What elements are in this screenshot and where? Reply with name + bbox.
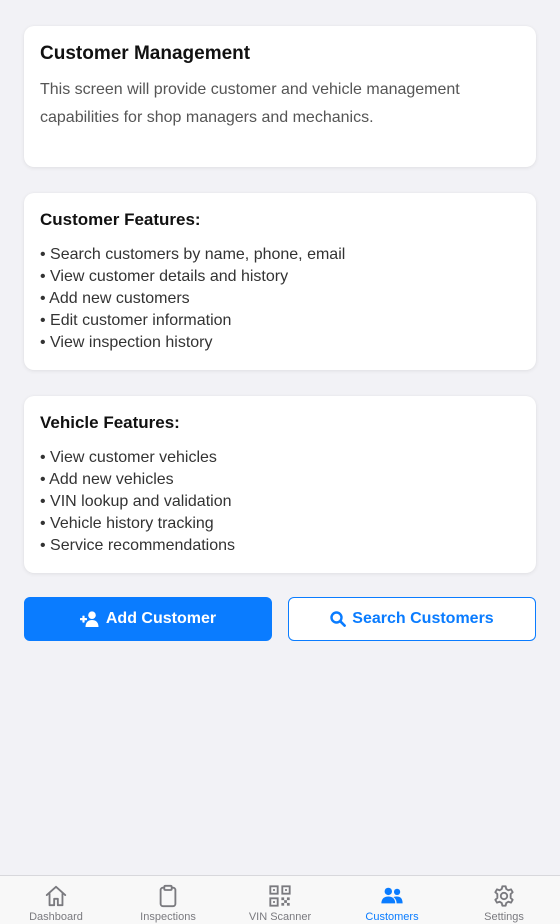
tab-label: Inspections — [140, 911, 196, 923]
tab-customers[interactable]: Customers — [336, 876, 448, 924]
users-icon — [381, 887, 403, 904]
action-buttons: Add Customer Search Customers — [24, 597, 536, 641]
search-customers-button[interactable]: Search Customers — [288, 597, 536, 641]
tab-settings[interactable]: Settings — [448, 876, 560, 924]
tab-label: VIN Scanner — [248, 911, 312, 923]
tab-label: Settings — [484, 911, 524, 923]
list-item: • View inspection history — [40, 334, 213, 351]
qr-code-icon — [269, 885, 291, 907]
list-item: • Add new vehicles — [40, 471, 174, 488]
list-item: • VIN lookup and validation — [40, 493, 232, 510]
tab-label: Dashboard — [29, 911, 83, 923]
customer-features-title: Customer Features: — [40, 210, 201, 229]
list-item: • Add new customers — [40, 290, 190, 307]
add-customer-button[interactable]: Add Customer — [24, 597, 272, 641]
search-icon — [330, 611, 347, 627]
tab-label: Customers — [365, 911, 419, 923]
bottom-tab-bar: Dashboard Inspections VIN Scanner Custom… — [0, 875, 560, 924]
gear-icon — [494, 885, 514, 907]
customer-features-list: • Search customers by name, phone, email… — [40, 244, 520, 354]
tab-vin-scanner[interactable]: VIN Scanner — [224, 876, 336, 924]
page-title: Customer Management — [40, 43, 251, 64]
list-item: • Vehicle history tracking — [40, 515, 214, 532]
intro-card: Customer Management This screen will pro… — [24, 26, 536, 167]
vehicle-features-card: Vehicle Features: • View customer vehicl… — [24, 396, 536, 573]
home-icon — [45, 885, 67, 907]
list-item: • View customer details and history — [40, 268, 289, 285]
vehicle-features-title: Vehicle Features: — [40, 413, 180, 432]
list-item: • Service recommendations — [40, 537, 236, 554]
vehicle-features-list: • View customer vehicles • Add new vehic… — [40, 447, 520, 557]
list-item: • View customer vehicles — [40, 449, 217, 466]
add-customer-label: Add Customer — [105, 610, 217, 627]
tab-dashboard[interactable]: Dashboard — [0, 876, 112, 924]
clipboard-icon — [159, 884, 177, 908]
tab-inspections[interactable]: Inspections — [112, 876, 224, 924]
customer-features-card: Customer Features: • Search customers by… — [24, 193, 536, 370]
customers-screen: Customer Management This screen will pro… — [0, 0, 560, 924]
list-item: • Search customers by name, phone, email — [40, 246, 346, 263]
page-description: This screen will provide customer and ve… — [40, 81, 460, 126]
list-item: • Edit customer information — [40, 312, 232, 329]
user-plus-icon — [79, 611, 99, 627]
search-customers-label: Search Customers — [352, 610, 494, 627]
